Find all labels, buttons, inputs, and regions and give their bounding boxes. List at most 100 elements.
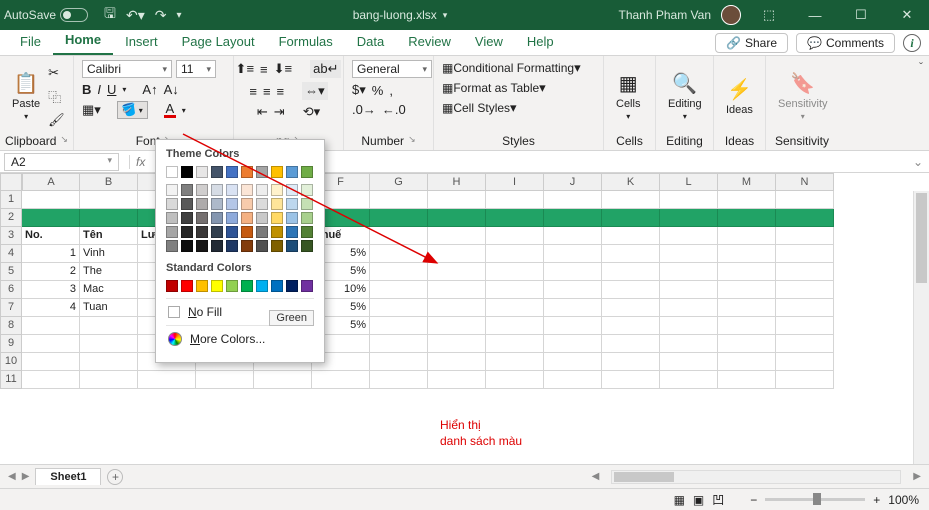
cell[interactable] <box>80 371 138 389</box>
copy-icon[interactable]: ⿻ <box>48 87 65 106</box>
color-swatch[interactable] <box>301 184 313 196</box>
color-swatch[interactable] <box>241 184 253 196</box>
column-header[interactable]: J <box>544 173 602 191</box>
color-swatch[interactable] <box>181 198 193 210</box>
cell[interactable] <box>602 299 660 317</box>
cell[interactable] <box>544 191 602 209</box>
cell[interactable] <box>370 353 428 371</box>
view-page-break-icon[interactable]: 凹 <box>712 491 724 508</box>
format-as-table-button[interactable]: ▦ Format as Table ▾ <box>442 80 546 96</box>
row-header[interactable]: 6 <box>0 281 22 299</box>
currency-icon[interactable]: $▾ <box>352 82 366 98</box>
cell[interactable] <box>776 317 834 335</box>
horizontal-scrollbar[interactable] <box>611 470 901 484</box>
vertical-scrollbar[interactable] <box>913 191 929 464</box>
cell[interactable] <box>660 227 718 245</box>
cell[interactable] <box>370 227 428 245</box>
color-swatch[interactable] <box>301 240 313 252</box>
cell[interactable] <box>22 371 80 389</box>
conditional-formatting-button[interactable]: ▦ Conditional Formatting ▾ <box>442 60 581 76</box>
cell[interactable] <box>22 191 80 209</box>
zoom-slider[interactable] <box>765 498 865 501</box>
cell[interactable] <box>660 353 718 371</box>
align-center-icon[interactable]: ≡ <box>263 84 271 99</box>
align-middle-icon[interactable]: ≡ <box>260 62 268 77</box>
font-name-combo[interactable]: Calibri▾ <box>82 60 172 78</box>
cell[interactable] <box>22 353 80 371</box>
color-swatch[interactable] <box>286 198 298 210</box>
column-header[interactable]: H <box>428 173 486 191</box>
scroll-left-icon[interactable]: ◀ <box>592 471 600 482</box>
tab-data[interactable]: Data <box>345 29 396 55</box>
tab-file[interactable]: File <box>8 29 53 55</box>
cell[interactable] <box>776 227 834 245</box>
paste-button[interactable]: 📋 Paste ▾ <box>8 69 44 123</box>
color-swatch[interactable] <box>181 212 193 224</box>
cell[interactable] <box>718 281 776 299</box>
column-header[interactable]: B <box>80 173 138 191</box>
column-header[interactable]: L <box>660 173 718 191</box>
cell[interactable] <box>660 335 718 353</box>
cell[interactable] <box>544 371 602 389</box>
cell[interactable] <box>80 209 138 227</box>
color-swatch[interactable] <box>181 184 193 196</box>
new-sheet-icon[interactable]: + <box>107 469 123 485</box>
cell[interactable] <box>544 281 602 299</box>
launcher-icon[interactable]: ↘ <box>60 134 68 148</box>
color-swatch[interactable] <box>211 280 223 292</box>
color-swatch[interactable] <box>226 226 238 238</box>
cell[interactable] <box>428 209 486 227</box>
cell[interactable]: Tuan <box>80 299 138 317</box>
share-button[interactable]: 🔗Share <box>715 33 788 53</box>
ribbon-display-icon[interactable]: ⬚ <box>751 7 787 23</box>
tab-page-layout[interactable]: Page Layout <box>170 29 267 55</box>
column-header[interactable]: G <box>370 173 428 191</box>
column-header[interactable]: A <box>22 173 80 191</box>
cut-icon[interactable]: ✂ <box>48 65 65 81</box>
editing-button[interactable]: 🔍Editing▾ <box>664 69 706 123</box>
zoom-level[interactable]: 100% <box>888 493 919 507</box>
row-header[interactable]: 7 <box>0 299 22 317</box>
column-header[interactable]: N <box>776 173 834 191</box>
color-swatch[interactable] <box>301 212 313 224</box>
row-header[interactable]: 3 <box>0 227 22 245</box>
color-swatch[interactable] <box>181 166 193 178</box>
color-swatch[interactable] <box>301 226 313 238</box>
orientation-icon[interactable]: ⟲▾ <box>303 104 320 120</box>
cell[interactable] <box>22 335 80 353</box>
cell[interactable] <box>428 371 486 389</box>
align-top-icon[interactable]: ⬆≡ <box>236 61 254 77</box>
cell[interactable] <box>80 335 138 353</box>
color-swatch[interactable] <box>196 240 208 252</box>
color-swatch[interactable] <box>211 240 223 252</box>
cell[interactable] <box>428 353 486 371</box>
cell[interactable] <box>486 353 544 371</box>
color-swatch[interactable] <box>196 212 208 224</box>
color-swatch[interactable] <box>196 198 208 210</box>
cell[interactable] <box>602 191 660 209</box>
color-swatch[interactable] <box>241 212 253 224</box>
color-swatch[interactable] <box>256 280 268 292</box>
color-swatch[interactable] <box>226 240 238 252</box>
cell[interactable] <box>776 263 834 281</box>
color-swatch[interactable] <box>166 166 178 178</box>
color-swatch[interactable] <box>211 166 223 178</box>
name-box[interactable]: A2▾ <box>4 153 119 171</box>
color-swatch[interactable] <box>196 184 208 196</box>
zoom-in-icon[interactable]: + <box>873 493 880 507</box>
color-swatch[interactable] <box>286 280 298 292</box>
cell[interactable] <box>428 281 486 299</box>
cell[interactable] <box>428 245 486 263</box>
align-left-icon[interactable]: ≡ <box>249 84 257 99</box>
cell[interactable] <box>718 191 776 209</box>
italic-button[interactable]: I <box>97 82 101 97</box>
cell[interactable] <box>660 191 718 209</box>
cell[interactable]: Mac <box>80 281 138 299</box>
color-swatch[interactable] <box>286 240 298 252</box>
help-icon[interactable]: i <box>903 34 921 52</box>
color-swatch[interactable] <box>286 212 298 224</box>
more-colors-option[interactable]: More Colors... <box>166 325 314 352</box>
cell[interactable] <box>80 353 138 371</box>
font-size-combo[interactable]: 11▾ <box>176 60 216 78</box>
cell[interactable] <box>602 209 660 227</box>
